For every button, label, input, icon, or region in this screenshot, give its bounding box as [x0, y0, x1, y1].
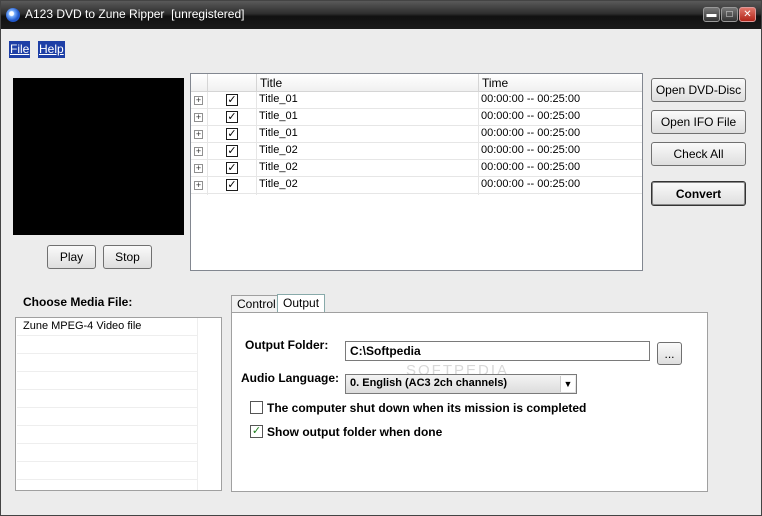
list-item[interactable]: Zune MPEG-4 Video file [17, 319, 197, 336]
row-time: 00:00:00 -- 00:25:00 [481, 93, 581, 105]
row-title: Title_02 [259, 144, 298, 156]
check-all-button[interactable]: Check All [651, 142, 746, 166]
titles-table[interactable]: Title Time + ✓ Title_01 00:00:00 -- 00:2… [190, 73, 643, 271]
table-header: Title Time [191, 74, 642, 92]
list-item-empty [17, 409, 197, 426]
show-folder-label[interactable]: Show output folder when done [267, 425, 442, 439]
row-time: 00:00:00 -- 00:25:00 [481, 144, 581, 156]
app-dvd-icon [6, 8, 20, 22]
row-title: Title_01 [259, 127, 298, 139]
expand-icon[interactable]: + [194, 147, 203, 156]
list-item-empty [17, 445, 197, 462]
output-folder-label: Output Folder: [245, 338, 329, 352]
table-row[interactable]: + ✓ Title_01 00:00:00 -- 00:25:00 [191, 126, 642, 143]
row-title: Title_02 [259, 178, 298, 190]
list-item-empty [17, 391, 197, 408]
table-row[interactable]: + ✓ Title_01 00:00:00 -- 00:25:00 [191, 92, 642, 109]
row-title: Title_01 [259, 110, 298, 122]
title-bar[interactable]: A123 DVD to Zune Ripper [unregistered] ▬… [1, 1, 761, 29]
list-item-empty [17, 463, 197, 480]
row-checkbox[interactable]: ✓ [226, 179, 238, 191]
row-title: Title_01 [259, 93, 298, 105]
play-button[interactable]: Play [47, 245, 96, 269]
table-row[interactable]: + ✓ Title_02 00:00:00 -- 00:25:00 [191, 177, 642, 194]
tab-control[interactable]: Control [231, 295, 282, 313]
table-row[interactable]: + ✓ Title_02 00:00:00 -- 00:25:00 [191, 143, 642, 160]
close-button[interactable]: ✕ [739, 7, 756, 22]
row-checkbox[interactable]: ✓ [226, 94, 238, 106]
app-window: A123 DVD to Zune Ripper [unregistered] ▬… [0, 0, 762, 516]
header-title[interactable]: Title [260, 76, 282, 90]
list-item-empty [17, 427, 197, 444]
shutdown-checkbox[interactable] [250, 401, 263, 414]
table-row[interactable]: + ✓ Title_02 00:00:00 -- 00:25:00 [191, 160, 642, 177]
row-time: 00:00:00 -- 00:25:00 [481, 110, 581, 122]
audio-language-select[interactable]: 0. English (AC3 2ch channels) ▼ [345, 374, 577, 394]
open-dvd-disc-button[interactable]: Open DVD-Disc [651, 78, 746, 102]
row-time: 00:00:00 -- 00:25:00 [481, 127, 581, 139]
list-item-empty [17, 337, 197, 354]
stop-button[interactable]: Stop [103, 245, 152, 269]
row-checkbox[interactable]: ✓ [226, 145, 238, 157]
expand-icon[interactable]: + [194, 130, 203, 139]
expand-icon[interactable]: + [194, 164, 203, 173]
browse-button[interactable]: ... [657, 342, 682, 365]
row-checkbox[interactable]: ✓ [226, 111, 238, 123]
output-folder-input[interactable]: C:\Softpedia [345, 341, 650, 361]
row-checkbox[interactable]: ✓ [226, 128, 238, 140]
expand-icon[interactable]: + [194, 181, 203, 190]
show-folder-checkbox[interactable]: ✓ [250, 425, 263, 438]
choose-media-heading: Choose Media File: [23, 295, 133, 309]
chevron-down-icon[interactable]: ▼ [560, 376, 575, 392]
expand-icon[interactable]: + [194, 96, 203, 105]
tab-output[interactable]: Output [277, 294, 326, 314]
row-checkbox[interactable]: ✓ [226, 162, 238, 174]
header-time[interactable]: Time [482, 76, 508, 90]
row-title: Title_02 [259, 161, 298, 173]
menu-help[interactable]: Help [38, 41, 65, 58]
maximize-button[interactable]: □ [721, 7, 738, 22]
window-title: A123 DVD to Zune Ripper [unregistered] [25, 7, 245, 21]
menu-file[interactable]: File [9, 41, 31, 58]
minimize-button[interactable]: ▬ [703, 7, 720, 22]
output-panel: SOFTPEDIA Output Folder: C:\Softpedia ..… [231, 312, 708, 492]
open-ifo-file-button[interactable]: Open IFO File [651, 110, 746, 134]
media-file-list[interactable]: Zune MPEG-4 Video file [15, 317, 222, 491]
table-row[interactable]: + ✓ Title_01 00:00:00 -- 00:25:00 [191, 109, 642, 126]
list-item-empty [17, 355, 197, 372]
row-time: 00:00:00 -- 00:25:00 [481, 161, 581, 173]
video-preview [13, 78, 184, 235]
list-item-empty [17, 373, 197, 390]
row-time: 00:00:00 -- 00:25:00 [481, 178, 581, 190]
audio-language-label: Audio Language: [241, 371, 339, 385]
audio-language-value: 0. English (AC3 2ch channels) [350, 377, 508, 389]
expand-icon[interactable]: + [194, 113, 203, 122]
convert-button[interactable]: Convert [651, 181, 746, 206]
shutdown-label[interactable]: The computer shut down when its mission … [267, 401, 586, 415]
